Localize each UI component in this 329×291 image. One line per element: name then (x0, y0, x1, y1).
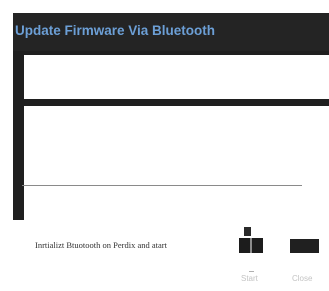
title-bar: Update Firmware Via Bluetooth (13, 13, 329, 51)
top-panel (24, 55, 329, 99)
start-button-label[interactable]: Start (241, 274, 258, 283)
content-panel (24, 106, 329, 220)
close-button-label[interactable]: Close (292, 274, 312, 283)
firmware-update-page: Update Firmware Via Bluetooth Inrtializt… (0, 0, 329, 291)
progress-icon (244, 227, 251, 236)
close-button[interactable] (290, 239, 319, 253)
window-title: Update Firmware Via Bluetooth (15, 23, 216, 38)
start-button[interactable] (239, 238, 263, 253)
divider-line (22, 185, 302, 186)
instruction-text: Inrtializt Btuotooth on Perdix and atart (35, 240, 167, 250)
start-button-separator (249, 271, 254, 272)
firmware-update-window: Update Firmware Via Bluetooth (13, 13, 329, 220)
